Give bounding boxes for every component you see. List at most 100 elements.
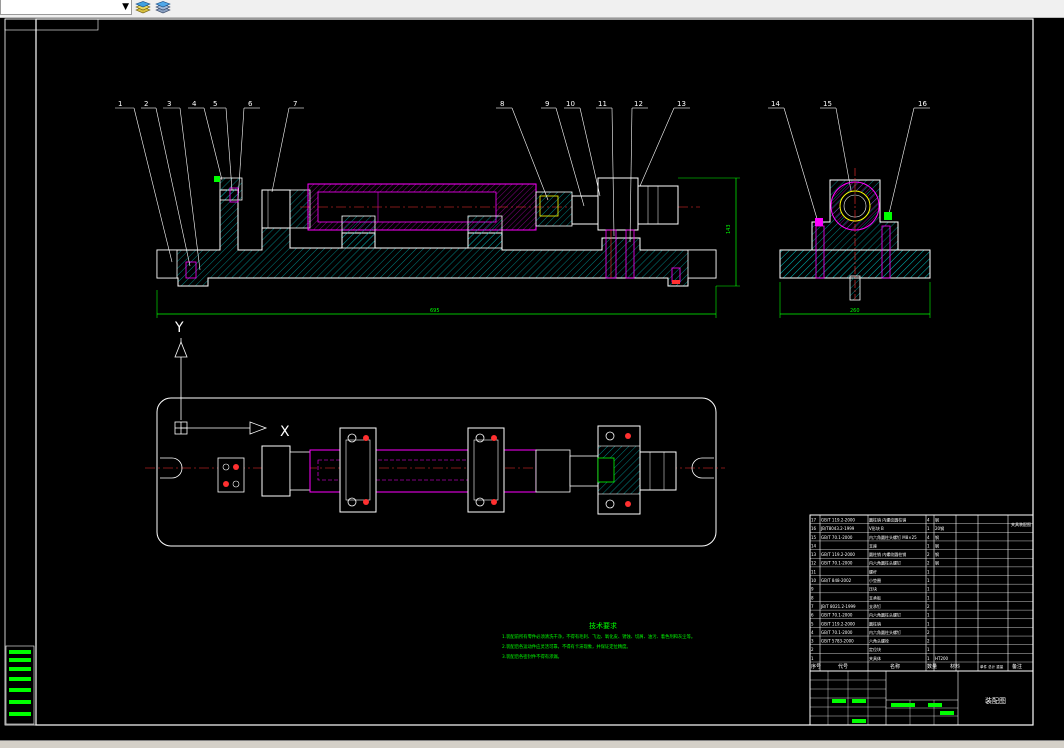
bom-cell: 1: [811, 656, 814, 661]
bom-cell: 1: [927, 647, 930, 652]
tech-req-title: 技术要求: [589, 621, 617, 630]
bom-cell: GB/T 119.2-2000: [821, 517, 855, 522]
bom-cell: 16: [811, 526, 817, 531]
bom-cell: GB/T 70.1-2000: [821, 630, 853, 635]
bom-cell: GB/T 119.2-2000: [821, 621, 855, 626]
bom-cell: 2: [927, 630, 930, 635]
bom-cell: 1: [927, 587, 930, 592]
layer-properties-icon[interactable]: [155, 1, 171, 15]
bom-cell: 2: [811, 647, 814, 652]
balloon-10: 10: [566, 100, 575, 108]
bom-cell: 14: [811, 543, 817, 548]
bom-header-cell: 单件 总计 重量: [980, 664, 1004, 669]
front-view: 143 695: [156, 176, 740, 318]
bom-cell: 夹具体: [869, 655, 881, 661]
bom-cell: 圆柱销: [869, 620, 881, 626]
dim-side-width: 260: [850, 308, 860, 314]
bom-cell: 钢: [935, 551, 939, 557]
balloon-16: 16: [918, 100, 927, 108]
bom-cell: 圆柱销 内螺纹圆柱销: [869, 516, 906, 522]
bom-cell: 1: [927, 613, 930, 618]
axis-x-label: X: [280, 424, 290, 440]
bom-cell: 支承板: [869, 594, 881, 600]
bom-cell: JB/T 8021.2-1999: [820, 604, 856, 609]
bom-cell: GB/T 119.2-2000: [821, 552, 855, 557]
axis-y-label: Y: [174, 320, 184, 336]
bom-table: [809, 514, 1034, 726]
balloon-5: 5: [213, 100, 217, 108]
bom-cell: 9: [811, 587, 814, 592]
bom-cell: 支座: [869, 542, 877, 548]
bom-cell: 1: [927, 543, 930, 548]
bom-cell: 内六角圆柱头螺钉: [869, 612, 901, 618]
bom-cell: GB/T 5783-2000: [821, 639, 854, 644]
bom-cell: 8: [811, 595, 814, 600]
bom-cell: GB/T 70.1-2000: [821, 561, 853, 566]
bom-cell: 1: [927, 569, 930, 574]
bom-cell: V形块 B: [869, 525, 884, 531]
bom-cell: 六角头螺栓: [869, 638, 889, 644]
bom-header-cell: 数量: [927, 663, 937, 670]
bom-cell: 1: [927, 621, 930, 626]
balloon-14: 14: [771, 100, 780, 108]
bom-cell: 支承钉: [869, 603, 881, 609]
balloon-13: 13: [677, 100, 686, 108]
balloon-11: 11: [598, 100, 607, 108]
layer-states-icon[interactable]: [135, 1, 151, 15]
balloon-6: 6: [248, 100, 253, 108]
bom-cell: 螺杆: [869, 568, 877, 574]
bom-cell: 钢: [935, 534, 939, 540]
bom-cell: HT200: [935, 656, 949, 661]
balloon-2: 2: [144, 100, 148, 108]
tech-requirements: 技术要求 1.装配前所有零件必须清洗干净，不得有毛刺、飞边、氧化皮、锈蚀、切屑、…: [502, 621, 695, 660]
dim-length: 695: [430, 308, 440, 314]
bom-cell: 小垫圈: [869, 577, 881, 583]
balloon-4: 4: [192, 100, 197, 108]
top-view: [145, 397, 725, 547]
bom-cell: 内六角圆柱头螺钉: [869, 560, 901, 566]
bom-cell: 2: [927, 604, 930, 609]
bom-cell: 3: [811, 639, 814, 644]
bom-cell: 12: [811, 561, 817, 566]
bom-cell: GB/T 848-2002: [821, 578, 852, 583]
bom-cell: 钢: [935, 516, 939, 522]
bom-cell: JB/T8043.2-1999: [820, 526, 855, 531]
bom-cell: 11: [811, 569, 817, 574]
bom-cell: 13: [811, 552, 817, 557]
bom-cell: 4: [811, 630, 814, 635]
bom-cell: 4: [927, 535, 930, 540]
tech-req-line-1: 1.装配前所有零件必须清洗干净，不得有毛刺、飞边、氧化皮、锈蚀、切屑、油污、着色…: [502, 633, 695, 640]
bom-cell: 7: [811, 604, 814, 609]
layer-combo[interactable]: ▼: [0, 0, 132, 15]
bom-cell: 内六角圆柱头螺钉: [869, 629, 901, 635]
bom-cell: 20钢: [935, 525, 944, 531]
bom-cell: 1: [927, 656, 930, 661]
chevron-down-icon[interactable]: ▼: [122, 1, 129, 13]
bom-cell: 1: [927, 595, 930, 600]
bom-cell: 17: [811, 517, 817, 522]
bom-cell: 10: [811, 578, 817, 583]
drawing-canvas[interactable]: 143 695 1 2 3 4 5 6 7 8 9 10 11 12 13 14…: [0, 18, 1064, 740]
bom-cell: 2: [927, 552, 930, 557]
bom-header-cell: 序号: [811, 663, 821, 670]
bom-cell: 2: [927, 639, 930, 644]
tech-req-line-2: 2.装配后各运动件应灵活可靠，不得有卡滞现象，并保证定位精度。: [502, 643, 631, 650]
bom-cell: GB/T 70.1-2000: [821, 613, 853, 618]
balloon-7: 7: [293, 100, 297, 108]
bom-header-cell: 备注: [1012, 663, 1022, 670]
bom-cell: 圆柱销 内螺纹圆柱销: [869, 551, 906, 557]
bom-cell: 内六角圆柱头螺钉 M8×25: [869, 534, 917, 540]
bom-header-cell: 代号: [838, 663, 848, 670]
ucs-icon: [174, 338, 268, 435]
bom-cell: 压块: [869, 586, 877, 592]
balloon-9: 9: [545, 100, 549, 108]
title-block-name: 装配图: [985, 696, 1006, 705]
cad-toolbar: ▼: [0, 0, 1064, 18]
bom-cell: 2: [927, 561, 930, 566]
cad-drawing: 143 695 1 2 3 4 5 6 7 8 9 10 11 12 13 14…: [4, 18, 1034, 726]
side-strip: [5, 645, 35, 725]
dim-height: 143: [726, 224, 732, 234]
balloon-12: 12: [634, 100, 643, 108]
balloon-3: 3: [167, 100, 171, 108]
bom-cell: 6: [811, 613, 814, 618]
